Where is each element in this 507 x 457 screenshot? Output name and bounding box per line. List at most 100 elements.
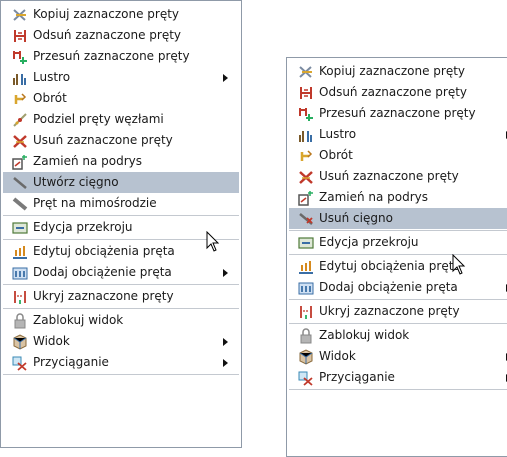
menu-item-label: Edycja przekroju <box>319 235 419 249</box>
menu-item-add-load[interactable]: Dodaj obciążenie pręta <box>289 277 507 298</box>
menu-separator <box>289 230 507 231</box>
menu-item-lock-view[interactable]: Zablokuj widok <box>289 325 507 346</box>
context-menu-right: Kopiuj zaznaczone pręty Odsuń zaznaczone… <box>286 57 507 457</box>
menu-item-hide-bars[interactable]: Ukryj zaznaczone pręty <box>3 286 239 307</box>
menu-item-label: Zamień na podrys <box>33 154 143 168</box>
menu-item-label: Edytuj obciążenia pręta <box>319 259 461 273</box>
rotate-icon <box>298 148 314 164</box>
menu-separator <box>3 239 239 240</box>
menu-separator <box>289 254 507 255</box>
menu-item-label: Usuń zaznaczone pręty <box>33 133 173 147</box>
submenu-arrow-icon <box>223 74 228 82</box>
underlay-icon <box>298 190 314 206</box>
menu-item-label: Odsuń zaznaczone pręty <box>33 28 182 42</box>
submenu-arrow-icon <box>223 269 228 277</box>
view-icon <box>298 349 314 365</box>
menu-item-delete-bars[interactable]: Usuń zaznaczone pręty <box>3 130 239 151</box>
menu-item-label: Obrót <box>33 91 67 105</box>
menu-item-label: Zablokuj widok <box>319 328 410 342</box>
menu-item-underlay[interactable]: Zamień na podrys <box>289 187 507 208</box>
menu-item-divide[interactable]: Podziel pręty węzłami <box>3 109 239 130</box>
submenu-arrow-icon <box>223 338 228 346</box>
menu-item-label: Ukryj zaznaczone pręty <box>319 304 460 318</box>
menu-separator <box>289 299 507 300</box>
copy-bars-icon <box>12 7 28 23</box>
delete-tendon-icon <box>298 211 314 227</box>
menu-item-label: Kopiuj zaznaczone pręty <box>33 7 180 21</box>
menu-item-create-tendon[interactable]: Utwórz cięgno <box>3 172 239 193</box>
menu-item-label: Przyciąganie <box>319 370 395 384</box>
menu-separator <box>289 389 507 390</box>
menu-item-label: Przesuń zaznaczone pręty <box>319 106 476 120</box>
menu-item-eccentric-bar[interactable]: Pręt na mimośrodzie <box>3 193 239 214</box>
edit-loads-icon <box>298 259 314 275</box>
menu-item-label: Podziel pręty węzłami <box>33 112 164 126</box>
menu-item-copy-bars[interactable]: Kopiuj zaznaczone pręty <box>289 61 507 82</box>
view-icon <box>12 334 28 350</box>
eccentric-bar-icon <box>12 196 28 212</box>
delete-bars-icon <box>12 133 28 149</box>
add-load-icon <box>12 265 28 281</box>
menu-item-offset-bars[interactable]: Odsuń zaznaczone pręty <box>289 82 507 103</box>
edit-loads-icon <box>12 244 28 260</box>
menu-item-delete-bars[interactable]: Usuń zaznaczone pręty <box>289 166 507 187</box>
rotate-icon <box>12 91 28 107</box>
menu-item-label: Kopiuj zaznaczone pręty <box>319 64 466 78</box>
menu-item-mirror[interactable]: Lustro <box>289 124 507 145</box>
menu-separator <box>3 308 239 309</box>
menu-item-label: Przesuń zaznaczone pręty <box>33 49 190 63</box>
menu-item-edit-loads[interactable]: Edytuj obciążenia pręta <box>289 256 507 277</box>
menu-item-view[interactable]: Widok <box>3 331 239 352</box>
menu-item-label: Utwórz cięgno <box>33 175 119 189</box>
menu-item-hide-bars[interactable]: Ukryj zaznaczone pręty <box>289 301 507 322</box>
menu-separator <box>3 284 239 285</box>
add-load-icon <box>298 280 314 296</box>
menu-item-rotate[interactable]: Obrót <box>3 88 239 109</box>
menu-item-label: Edytuj obciążenia pręta <box>33 244 175 258</box>
menu-item-underlay[interactable]: Zamień na podrys <box>3 151 239 172</box>
context-menu-left: Kopiuj zaznaczone pręty Odsuń zaznaczone… <box>0 0 242 448</box>
menu-separator <box>3 215 239 216</box>
tendon-icon <box>12 175 28 191</box>
menu-item-mirror[interactable]: Lustro <box>3 67 239 88</box>
menu-item-label: Edycja przekroju <box>33 220 133 234</box>
menu-item-delete-tendon[interactable]: Usuń cięgno <box>289 208 507 229</box>
menu-item-copy-bars[interactable]: Kopiuj zaznaczone pręty <box>3 4 239 25</box>
menu-item-label: Zamień na podrys <box>319 190 429 204</box>
menu-item-label: Lustro <box>33 70 71 84</box>
divide-icon <box>12 112 28 128</box>
menu-item-label: Dodaj obciążenie pręta <box>319 280 458 294</box>
menu-item-label: Usuń zaznaczone pręty <box>319 169 459 183</box>
menu-item-rotate[interactable]: Obrót <box>289 145 507 166</box>
menu-item-edit-loads[interactable]: Edytuj obciążenia pręta <box>3 241 239 262</box>
menu-item-label: Ukryj zaznaczone pręty <box>33 289 174 303</box>
delete-bars-icon <box>298 169 314 185</box>
copy-bars-icon <box>298 64 314 80</box>
menu-item-snap[interactable]: Przyciąganie <box>3 352 239 373</box>
menu-item-edit-section[interactable]: Edycja przekroju <box>289 232 507 253</box>
menu-separator <box>3 374 239 375</box>
lock-icon <box>12 313 28 329</box>
menu-item-snap[interactable]: Przyciąganie <box>289 367 507 388</box>
menu-item-lock-view[interactable]: Zablokuj widok <box>3 310 239 331</box>
move-bars-icon <box>298 106 314 122</box>
menu-item-edit-section[interactable]: Edycja przekroju <box>3 217 239 238</box>
mouse-cursor-icon <box>452 254 466 275</box>
offset-bars-icon <box>12 28 28 44</box>
menu-item-move-bars[interactable]: Przesuń zaznaczone pręty <box>289 103 507 124</box>
menu-item-label: Pręt na mimośrodzie <box>33 196 157 210</box>
section-icon <box>298 235 314 251</box>
menu-item-add-load[interactable]: Dodaj obciążenie pręta <box>3 262 239 283</box>
menu-item-move-bars[interactable]: Przesuń zaznaczone pręty <box>3 46 239 67</box>
menu-item-label: Obrót <box>319 148 353 162</box>
mirror-icon <box>12 70 28 86</box>
hide-bars-icon <box>12 289 28 305</box>
menu-item-label: Widok <box>319 349 356 363</box>
menu-item-label: Usuń cięgno <box>319 211 393 225</box>
menu-item-offset-bars[interactable]: Odsuń zaznaczone pręty <box>3 25 239 46</box>
snap-icon <box>298 370 314 386</box>
menu-item-view[interactable]: Widok <box>289 346 507 367</box>
submenu-arrow-icon <box>223 359 228 367</box>
menu-item-label: Odsuń zaznaczone pręty <box>319 85 468 99</box>
underlay-icon <box>12 154 28 170</box>
